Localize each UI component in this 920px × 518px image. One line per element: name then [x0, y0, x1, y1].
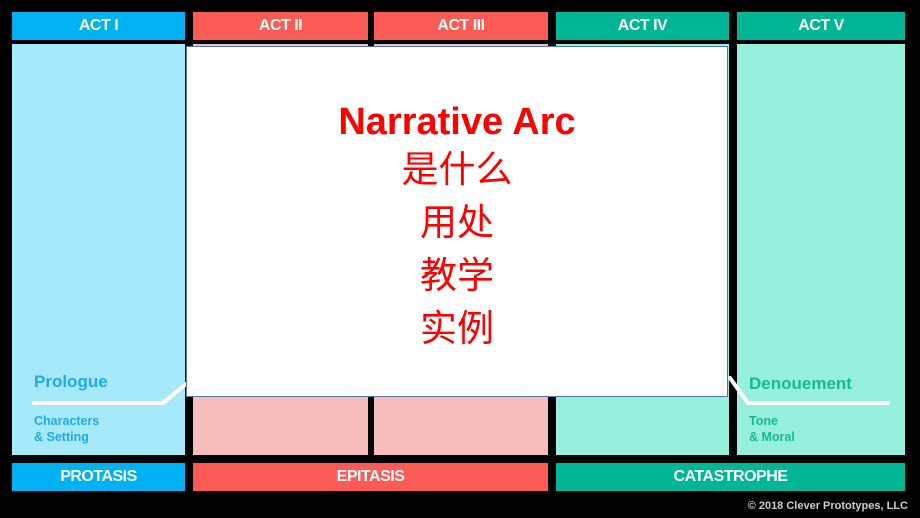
copyright-notice: © 2018 Clever Prototypes, LLC: [747, 500, 908, 512]
stage-epitasis: EPITASIS: [193, 463, 548, 491]
stage-catastrophe: CATASTROPHE: [556, 463, 905, 491]
overlay-text-box: Narrative Arc 是什么 用处 教学 实例: [186, 46, 728, 397]
arc-falling-segment: [728, 376, 890, 405]
arc-rising-segment: [32, 382, 188, 405]
overlay-line-use: 用处: [420, 201, 494, 244]
overlay-line-what: 是什么: [401, 148, 513, 191]
stage-protasis: PROTASIS: [12, 463, 185, 491]
overlay-line-teaching: 教学: [420, 254, 494, 297]
overlay-line-examples: 实例: [420, 307, 494, 350]
stage-catastrophe-label: CATASTROPHE: [673, 468, 788, 485]
stage-protasis-label: PROTASIS: [60, 468, 137, 485]
overlay-title: Narrative Arc: [338, 101, 576, 143]
stage-epitasis-label: EPITASIS: [336, 468, 405, 485]
